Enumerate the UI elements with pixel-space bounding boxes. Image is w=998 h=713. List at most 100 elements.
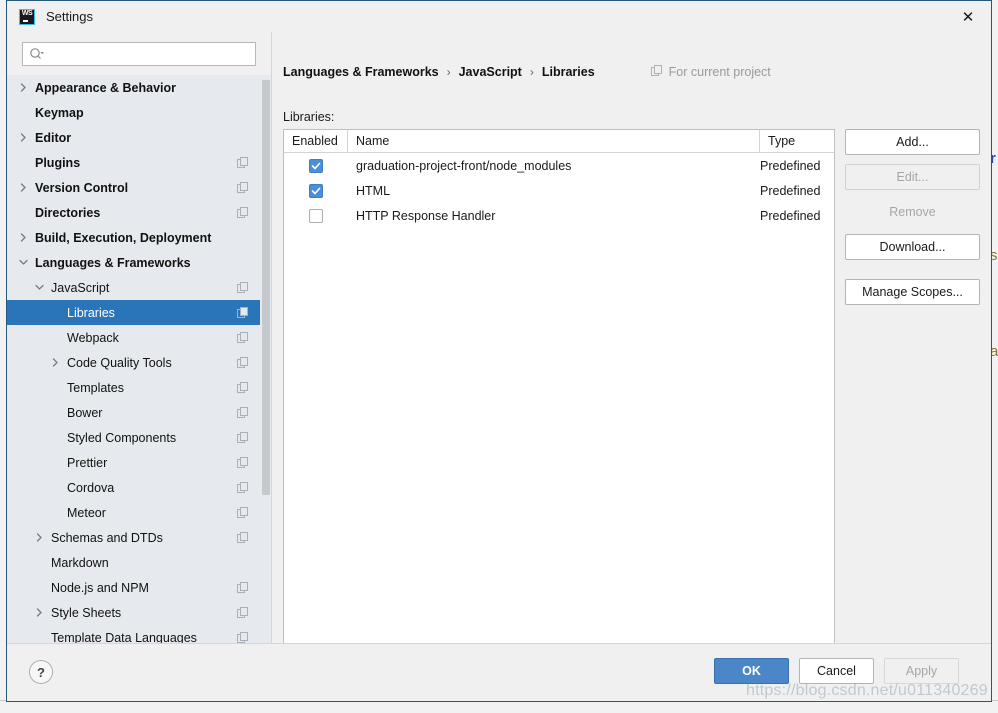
cell-enabled bbox=[284, 158, 348, 173]
sidebar-item-schemas-and-dtds[interactable]: Schemas and DTDs bbox=[7, 525, 271, 550]
project-scope-icon bbox=[650, 64, 663, 80]
chevron-down-icon[interactable] bbox=[33, 281, 46, 294]
sidebar-item-plugins[interactable]: Plugins bbox=[7, 150, 271, 175]
sidebar-item-style-sheets[interactable]: Style Sheets bbox=[7, 600, 271, 625]
sidebar-item-webpack[interactable]: Webpack bbox=[7, 325, 271, 350]
breadcrumb: Languages & Frameworks › JavaScript › Li… bbox=[283, 62, 771, 82]
button-spacer bbox=[845, 190, 980, 199]
sidebar-item-node-js-and-npm[interactable]: Node.js and NPM bbox=[7, 575, 271, 600]
help-button[interactable]: ? bbox=[29, 660, 53, 684]
cell-library-type: Predefined bbox=[760, 183, 821, 198]
table-body: graduation-project-front/node_modules Pre… bbox=[284, 153, 834, 228]
breadcrumb-separator: › bbox=[446, 65, 451, 79]
sidebar-item-editor[interactable]: Editor bbox=[7, 125, 271, 150]
project-scope-icon bbox=[237, 581, 249, 594]
table-row[interactable]: graduation-project-front/node_modules Pre… bbox=[284, 153, 834, 178]
sidebar-item-javascript[interactable]: JavaScript bbox=[7, 275, 271, 300]
breadcrumb-item-2: Libraries bbox=[541, 65, 595, 79]
project-scope-icon bbox=[237, 306, 249, 319]
column-header-name[interactable]: Name bbox=[348, 130, 760, 152]
cell-library-name: HTML bbox=[356, 183, 391, 198]
sidebar-item-label: Keymap bbox=[35, 105, 84, 120]
chevron-right-icon[interactable] bbox=[17, 81, 30, 94]
sidebar-item-label: Cordova bbox=[67, 480, 115, 495]
sidebar-item-keymap[interactable]: Keymap bbox=[7, 100, 271, 125]
breadcrumb-item-0[interactable]: Languages & Frameworks bbox=[283, 65, 439, 79]
sidebar-item-template-data-languages[interactable]: Template Data Languages bbox=[7, 625, 271, 643]
table-row[interactable]: HTML Predefined bbox=[284, 178, 834, 203]
library-enabled-checkbox[interactable] bbox=[309, 183, 323, 198]
project-scope-icon bbox=[237, 431, 249, 444]
project-scope-icon bbox=[237, 506, 249, 519]
sidebar-item-templates[interactable]: Templates bbox=[7, 375, 271, 400]
remove-button: Remove bbox=[845, 199, 980, 225]
project-scope-icon bbox=[237, 606, 249, 619]
project-scope-icon bbox=[237, 531, 249, 544]
library-enabled-checkbox[interactable] bbox=[309, 208, 323, 223]
manage-scopes-button[interactable]: Manage Scopes... bbox=[845, 279, 980, 305]
button-spacer bbox=[845, 260, 980, 279]
sidebar-item-label: Editor bbox=[35, 130, 72, 145]
download-button[interactable]: Download... bbox=[845, 234, 980, 260]
chevron-right-icon[interactable] bbox=[33, 606, 46, 619]
chevron-right-icon[interactable] bbox=[33, 531, 46, 544]
library-enabled-checkbox[interactable] bbox=[309, 158, 323, 173]
search-box[interactable] bbox=[22, 41, 256, 66]
chevron-right-icon[interactable] bbox=[49, 356, 62, 369]
settings-tree-rows: Appearance & Behavior Keymap Editor Plugins… bbox=[7, 75, 271, 643]
project-scope-icon bbox=[237, 181, 249, 194]
webstorm-logo-icon: WS bbox=[19, 8, 35, 25]
sidebar-item-styled-components[interactable]: Styled Components bbox=[7, 425, 271, 450]
search-input[interactable] bbox=[47, 45, 241, 62]
sidebar-item-label: Prettier bbox=[67, 455, 108, 470]
sidebar-item-meteor[interactable]: Meteor bbox=[7, 500, 271, 525]
breadcrumb-separator: › bbox=[529, 65, 534, 79]
column-header-type[interactable]: Type bbox=[760, 130, 834, 152]
sidebar-item-label: Style Sheets bbox=[51, 605, 122, 620]
cell-enabled bbox=[284, 208, 348, 223]
close-icon[interactable]: ✕ bbox=[945, 1, 991, 32]
sidebar-item-label: Webpack bbox=[67, 330, 119, 345]
table-row[interactable]: HTTP Response Handler Predefined bbox=[284, 203, 834, 228]
breadcrumb-item-1[interactable]: JavaScript bbox=[459, 65, 522, 79]
column-header-enabled[interactable]: Enabled bbox=[284, 130, 348, 152]
edit-button: Edit... bbox=[845, 164, 980, 190]
chevron-down-icon[interactable] bbox=[17, 256, 30, 269]
ok-button[interactable]: OK bbox=[714, 658, 789, 684]
sidebar-item-label: Bower bbox=[67, 405, 103, 420]
sidebar-item-build-execution-deployment[interactable]: Build, Execution, Deployment bbox=[7, 225, 271, 250]
sidebar-item-languages-frameworks[interactable]: Languages & Frameworks bbox=[7, 250, 271, 275]
add-button[interactable]: Add... bbox=[845, 129, 980, 155]
sidebar-item-prettier[interactable]: Prettier bbox=[7, 450, 271, 475]
sidebar-item-label: Template Data Languages bbox=[51, 630, 197, 644]
table-header: Enabled Name Type bbox=[284, 130, 834, 153]
sidebar-item-label: Node.js and NPM bbox=[51, 580, 149, 595]
sidebar-item-label: Markdown bbox=[51, 555, 109, 570]
sidebar-item-bower[interactable]: Bower bbox=[7, 400, 271, 425]
sidebar-item-cordova[interactable]: Cordova bbox=[7, 475, 271, 500]
search-area bbox=[7, 32, 271, 75]
sidebar-item-code-quality-tools[interactable]: Code Quality Tools bbox=[7, 350, 271, 375]
chevron-right-icon[interactable] bbox=[17, 231, 30, 244]
sidebar-item-markdown[interactable]: Markdown bbox=[7, 550, 271, 575]
sidebar-item-appearance-behavior[interactable]: Appearance & Behavior bbox=[7, 75, 271, 100]
sidebar-item-label: Build, Execution, Deployment bbox=[35, 230, 212, 245]
sidebar-item-directories[interactable]: Directories bbox=[7, 200, 271, 225]
chevron-right-icon[interactable] bbox=[17, 181, 30, 194]
sidebar-item-libraries[interactable]: Libraries bbox=[7, 300, 271, 325]
sidebar-item-label: Version Control bbox=[35, 180, 129, 195]
cancel-button[interactable]: Cancel bbox=[799, 658, 874, 684]
libraries-table: Enabled Name Type graduation-project-fro… bbox=[283, 129, 835, 671]
scope-indicator: For current project bbox=[650, 64, 771, 80]
sidebar-scrollbar[interactable] bbox=[260, 75, 271, 643]
chevron-right-icon[interactable] bbox=[17, 131, 30, 144]
sidebar-item-version-control[interactable]: Version Control bbox=[7, 175, 271, 200]
sidebar-scrollbar-thumb[interactable] bbox=[262, 80, 270, 495]
